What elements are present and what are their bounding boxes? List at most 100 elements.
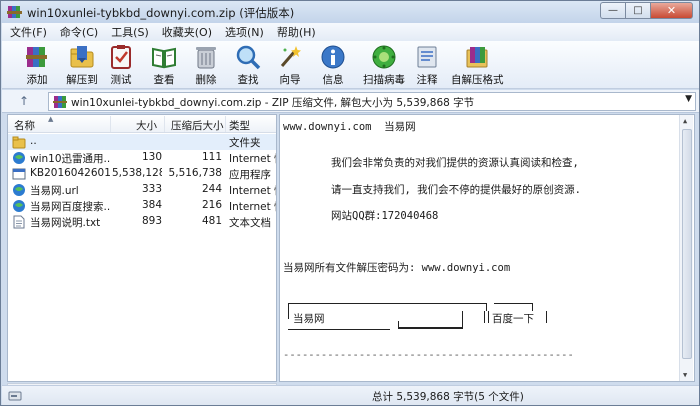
- sfx-icon: [466, 47, 488, 68]
- view-label: 查看: [153, 74, 175, 86]
- add-button[interactable]: 添加: [15, 43, 59, 87]
- comment-label: 注释: [416, 74, 438, 86]
- column-divider[interactable]: [164, 116, 165, 132]
- menu-favorites[interactable]: 收藏夹(O): [157, 24, 217, 40]
- column-type[interactable]: 类型: [229, 118, 250, 133]
- comment-line: www.downyi.com 当易网: [283, 121, 416, 133]
- menu-tools[interactable]: 工具(S): [106, 24, 154, 40]
- file-size: 893: [141, 215, 162, 227]
- file-name: 当易网说明.txt: [30, 217, 101, 229]
- column-name[interactable]: 名称: [14, 118, 35, 133]
- list-item[interactable]: 当易网.url 333 244 Internet 快: [8, 182, 276, 198]
- address-field[interactable]: win10xunlei-tybkbd_downyi.com.zip - ZIP …: [48, 92, 696, 111]
- close-button[interactable]: ✕: [650, 2, 693, 19]
- menu-commands[interactable]: 命令(C): [55, 24, 103, 40]
- column-packed[interactable]: 压缩后大小: [171, 118, 224, 133]
- wizard-wand-icon: [280, 46, 301, 67]
- wizard-label: 向导: [279, 74, 301, 86]
- comment-line: 我们会非常负责的对我们提供的资源认真阅读和检查,: [331, 157, 579, 169]
- virus-scan-button[interactable]: 扫描病毒: [360, 43, 408, 87]
- file-size: 384: [141, 199, 162, 211]
- window-controls: — □ ✕: [600, 2, 693, 20]
- add-label: 添加: [26, 74, 48, 86]
- file-size: 5,538,128: [112, 167, 162, 179]
- test-button[interactable]: 测试: [99, 43, 143, 87]
- file-name: ..: [30, 135, 37, 147]
- box-label: 百度一下: [492, 313, 534, 325]
- address-text: win10xunlei-tybkbd_downyi.com.zip - ZIP …: [71, 97, 475, 109]
- comment-vertical-scrollbar[interactable]: ▲ ▼: [679, 115, 693, 381]
- maximize-button[interactable]: □: [625, 2, 650, 19]
- list-item[interactable]: 当易网百度搜索... 384 216 Internet 快: [8, 198, 276, 214]
- list-item[interactable]: .. 文件夹: [8, 134, 276, 150]
- box-label: 当易网: [293, 313, 325, 325]
- sfx-button[interactable]: 自解压格式: [451, 43, 504, 87]
- minimize-button[interactable]: —: [600, 2, 625, 19]
- file-packed-size: 481: [201, 215, 222, 227]
- file-list: 名称 ▲ 大小 压缩后大小 类型 .. 文件夹 win10迅雷通用... 130…: [7, 114, 277, 382]
- file-type: Internet 快: [229, 201, 276, 213]
- box-border: [288, 329, 390, 330]
- file-type: 文本文档: [229, 217, 271, 229]
- delete-button[interactable]: 删除: [184, 43, 228, 87]
- file-name: KB2016042601...: [30, 167, 110, 179]
- up-folder-button[interactable]: ↑: [6, 91, 42, 111]
- scroll-up-icon[interactable]: ▲: [683, 117, 687, 125]
- file-name: 当易网百度搜索...: [30, 201, 110, 213]
- virus-scan-label: 扫描病毒: [363, 74, 405, 86]
- window-title: win10xunlei-tybkbd_downyi.com.zip (评估版本): [27, 6, 295, 20]
- title-bar: win10xunlei-tybkbd_downyi.com.zip (评估版本)…: [1, 1, 699, 23]
- column-divider[interactable]: [225, 116, 226, 132]
- address-bar: ↑ win10xunlei-tybkbd_downyi.com.zip - ZI…: [2, 90, 699, 113]
- file-type: Internet 快: [229, 185, 276, 197]
- box-border: [546, 311, 547, 323]
- scroll-down-icon[interactable]: ▼: [683, 371, 687, 379]
- sfx-label: 自解压格式: [451, 74, 504, 86]
- file-packed-size: 216: [201, 199, 222, 211]
- menu-help[interactable]: 帮助(H): [272, 24, 321, 40]
- info-button[interactable]: 信息: [311, 43, 355, 87]
- view-button[interactable]: 查看: [142, 43, 186, 87]
- box-border: [488, 311, 489, 323]
- magnifier-icon: [236, 45, 261, 70]
- folder-up-icon: [12, 136, 26, 149]
- menu-file[interactable]: 文件(F): [5, 24, 52, 40]
- find-label: 查找: [237, 74, 259, 86]
- box-border: [288, 303, 486, 304]
- list-item[interactable]: KB2016042601... 5,538,128 5,516,738 应用程序: [8, 166, 276, 182]
- menu-options[interactable]: 选项(N): [220, 24, 269, 40]
- chevron-down-icon[interactable]: ▼: [685, 94, 692, 104]
- menu-bar: 文件(F) 命令(C) 工具(S) 收藏夹(O) 选项(N) 帮助(H): [2, 23, 699, 41]
- comment-line: 请一直支持我们, 我们会不停的提供最好的原创资源.: [331, 184, 581, 196]
- file-name: 当易网.url: [30, 185, 79, 197]
- file-name: win10迅雷通用...: [30, 153, 110, 165]
- status-bar: 总计 5,539,868 字节(5 个文件): [2, 385, 699, 405]
- toolbar: 添加 解压到 测试 查看 删除 查找 向导 信息 扫描病毒 注释 自解压格式: [2, 41, 699, 89]
- file-packed-size: 111: [201, 151, 222, 163]
- winrar-app-icon: [7, 6, 22, 18]
- extract-to-button[interactable]: 解压到: [60, 43, 104, 87]
- list-item[interactable]: win10迅雷通用... 130 111 Internet 快: [8, 150, 276, 166]
- file-packed-size: 244: [201, 183, 222, 195]
- file-size: 130: [141, 151, 162, 163]
- column-divider[interactable]: [110, 116, 111, 132]
- wizard-button[interactable]: 向导: [268, 43, 312, 87]
- trash-icon: [196, 47, 216, 69]
- comment-line: 当易网所有文件解压密码为: www.downyi.com: [283, 262, 511, 274]
- text-file-icon: [13, 215, 25, 229]
- drive-icon: [8, 391, 22, 401]
- archive-comment: www.downyi.com 当易网 我们会非常负责的对我们提供的资源认真阅读和…: [279, 114, 695, 382]
- box-border: [398, 327, 462, 329]
- comment-button[interactable]: 注释: [405, 43, 449, 87]
- archive-icon: [53, 96, 67, 108]
- find-button[interactable]: 查找: [226, 43, 270, 87]
- view-book-icon: [152, 47, 176, 69]
- test-label: 测试: [110, 74, 132, 86]
- status-text: 总计 5,539,868 字节(5 个文件): [372, 391, 524, 403]
- sort-ascending-icon: ▲: [48, 115, 54, 123]
- column-size[interactable]: 大小: [136, 118, 157, 133]
- comment-icon: [417, 46, 437, 68]
- extract-folder-icon: [70, 46, 94, 68]
- list-item[interactable]: 当易网说明.txt 893 481 文本文档: [8, 214, 276, 230]
- scrollbar-thumb[interactable]: [682, 129, 692, 359]
